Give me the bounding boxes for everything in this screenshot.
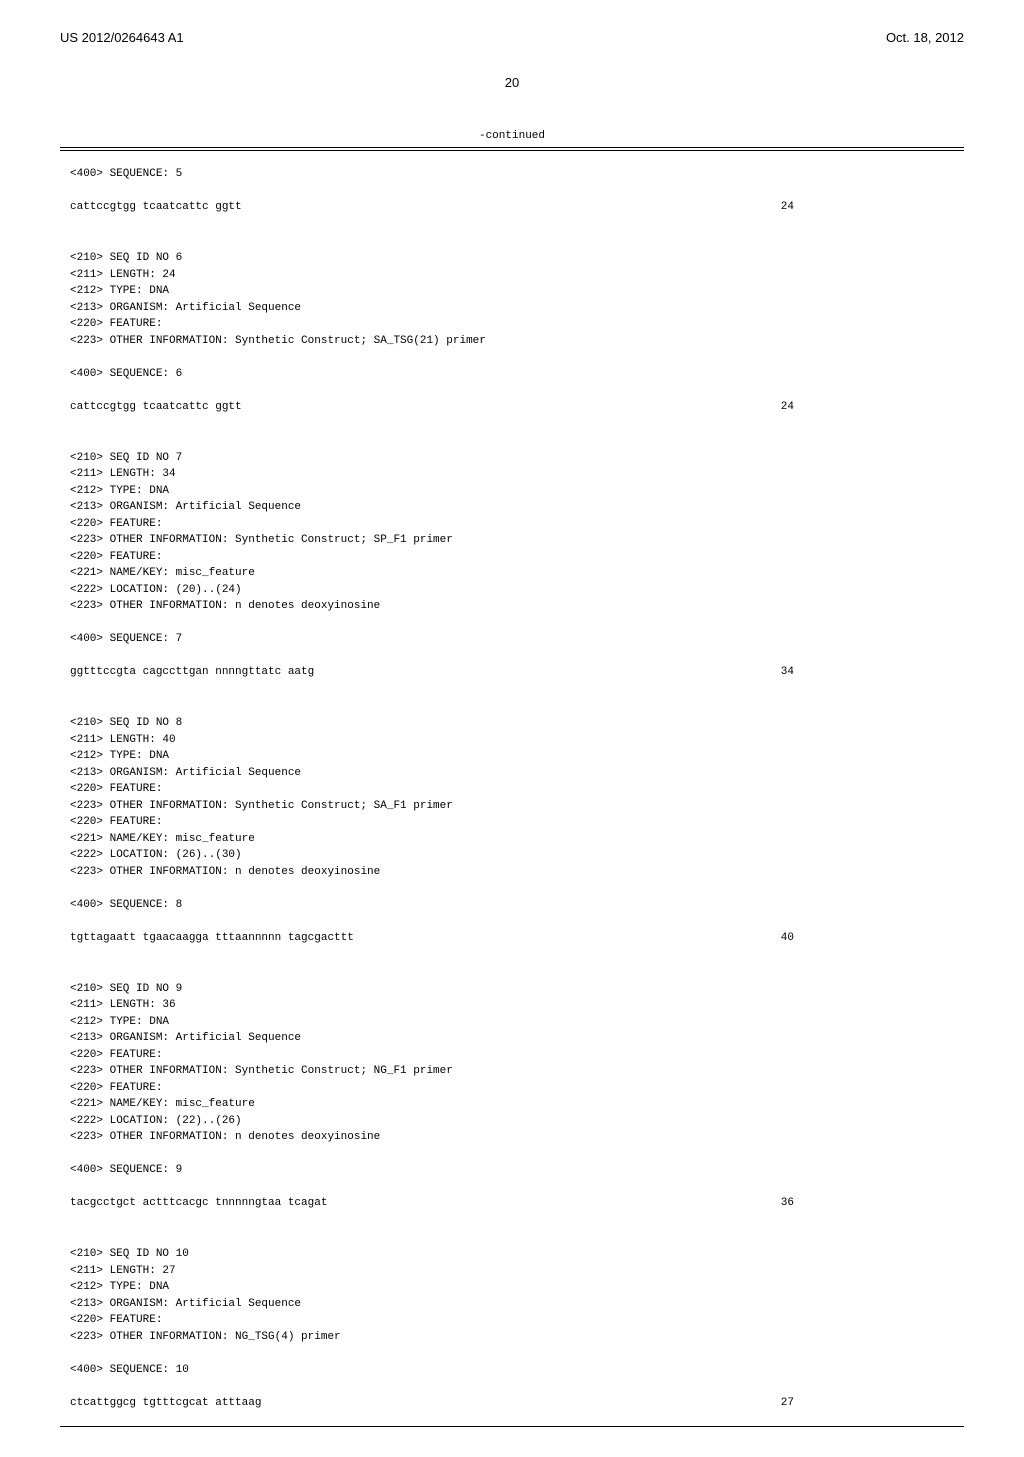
sequence-entry: <400> SEQUENCE: 5 cattccgtgg tcaatcattc … — [70, 166, 954, 216]
seq-header-line: <212> TYPE: DNA — [70, 483, 954, 500]
seq-header-line: <212> TYPE: DNA — [70, 1014, 954, 1031]
seq-header-line: <400> SEQUENCE: 5 — [70, 166, 954, 183]
seq-header-line: <211> LENGTH: 27 — [70, 1263, 954, 1280]
seq-header-line: <223> OTHER INFORMATION: NG_TSG(4) prime… — [70, 1329, 954, 1346]
page-number: 20 — [60, 75, 964, 90]
publication-number: US 2012/0264643 A1 — [60, 30, 184, 45]
seq-header-line: <223> OTHER INFORMATION: Synthetic Const… — [70, 532, 954, 549]
seq-text: ctcattggcg tgtttcgcat atttaag — [70, 1395, 261, 1412]
seq-header-line: <213> ORGANISM: Artificial Sequence — [70, 300, 954, 317]
seq-header-line: <210> SEQ ID NO 8 — [70, 715, 954, 732]
seq-header-line: <210> SEQ ID NO 7 — [70, 450, 954, 467]
seq-header-line: <400> SEQUENCE: 10 — [70, 1362, 954, 1379]
sequence-entry: <210> SEQ ID NO 7 <211> LENGTH: 34 <212>… — [70, 433, 954, 681]
continued-label: -continued — [60, 130, 964, 142]
seq-header-line: <220> FEATURE: — [70, 549, 954, 566]
seq-header-line: <213> ORGANISM: Artificial Sequence — [70, 1296, 954, 1313]
seq-header-line: <220> FEATURE: — [70, 814, 954, 831]
sequence-entry: <210> SEQ ID NO 8 <211> LENGTH: 40 <212>… — [70, 699, 954, 947]
seq-text: cattccgtgg tcaatcattc ggtt — [70, 199, 242, 216]
seq-header-line: <221> NAME/KEY: misc_feature — [70, 565, 954, 582]
sequence-listing: <400> SEQUENCE: 5 cattccgtgg tcaatcattc … — [60, 150, 964, 1427]
sequence-entry: <210> SEQ ID NO 6 <211> LENGTH: 24 <212>… — [70, 234, 954, 416]
seq-header-line: <210> SEQ ID NO 9 — [70, 981, 954, 998]
seq-header-line: <223> OTHER INFORMATION: Synthetic Const… — [70, 798, 954, 815]
seq-header-line: <223> OTHER INFORMATION: Synthetic Const… — [70, 333, 954, 350]
seq-header-line: <220> FEATURE: — [70, 1047, 954, 1064]
seq-text: ggtttccgta cagccttgan nnnngttatc aatg — [70, 664, 314, 681]
seq-text: tgttagaatt tgaacaagga tttaannnnn tagcgac… — [70, 930, 354, 947]
seq-header-line: <211> LENGTH: 36 — [70, 997, 954, 1014]
seq-header-line: <220> FEATURE: — [70, 516, 954, 533]
seq-header-line: <212> TYPE: DNA — [70, 283, 954, 300]
seq-header-line: <213> ORGANISM: Artificial Sequence — [70, 765, 954, 782]
seq-length: 40 — [781, 930, 954, 947]
seq-header-line: <400> SEQUENCE: 9 — [70, 1162, 954, 1179]
seq-header-line: <400> SEQUENCE: 6 — [70, 366, 954, 383]
publication-date: Oct. 18, 2012 — [886, 30, 964, 45]
seq-text: tacgcctgct actttcacgc tnnnnngtaa tcagat — [70, 1195, 327, 1212]
seq-header-line: <400> SEQUENCE: 8 — [70, 897, 954, 914]
seq-header-line: <223> OTHER INFORMATION: n denotes deoxy… — [70, 1129, 954, 1146]
seq-header-line: <220> FEATURE: — [70, 781, 954, 798]
seq-text: cattccgtgg tcaatcattc ggtt — [70, 399, 242, 416]
seq-header-line: <211> LENGTH: 40 — [70, 732, 954, 749]
seq-header-line: <223> OTHER INFORMATION: n denotes deoxy… — [70, 598, 954, 615]
seq-header-line: <211> LENGTH: 24 — [70, 267, 954, 284]
seq-header-line: <220> FEATURE: — [70, 316, 954, 333]
seq-header-line: <211> LENGTH: 34 — [70, 466, 954, 483]
seq-header-line: <222> LOCATION: (20)..(24) — [70, 582, 954, 599]
seq-header-line: <221> NAME/KEY: misc_feature — [70, 1096, 954, 1113]
seq-length: 27 — [781, 1395, 954, 1412]
seq-header-line: <212> TYPE: DNA — [70, 748, 954, 765]
seq-header-line: <213> ORGANISM: Artificial Sequence — [70, 1030, 954, 1047]
seq-header-line: <212> TYPE: DNA — [70, 1279, 954, 1296]
page-header: US 2012/0264643 A1 Oct. 18, 2012 — [60, 30, 964, 45]
seq-header-line: <400> SEQUENCE: 7 — [70, 631, 954, 648]
seq-header-line: <221> NAME/KEY: misc_feature — [70, 831, 954, 848]
sequence-entry: <210> SEQ ID NO 10 <211> LENGTH: 27 <212… — [70, 1230, 954, 1412]
seq-header-line: <222> LOCATION: (22)..(26) — [70, 1113, 954, 1130]
seq-length: 36 — [781, 1195, 954, 1212]
seq-header-line: <223> OTHER INFORMATION: n denotes deoxy… — [70, 864, 954, 881]
seq-header-line: <210> SEQ ID NO 6 — [70, 250, 954, 267]
seq-header-line: <223> OTHER INFORMATION: Synthetic Const… — [70, 1063, 954, 1080]
seq-length: 34 — [781, 664, 954, 681]
seq-header-line: <220> FEATURE: — [70, 1080, 954, 1097]
seq-header-line: <220> FEATURE: — [70, 1312, 954, 1329]
seq-header-line: <213> ORGANISM: Artificial Sequence — [70, 499, 954, 516]
seq-header-line: <210> SEQ ID NO 10 — [70, 1246, 954, 1263]
seq-length: 24 — [781, 199, 954, 216]
seq-length: 24 — [781, 399, 954, 416]
seq-header-line: <222> LOCATION: (26)..(30) — [70, 847, 954, 864]
sequence-entry: <210> SEQ ID NO 9 <211> LENGTH: 36 <212>… — [70, 964, 954, 1212]
